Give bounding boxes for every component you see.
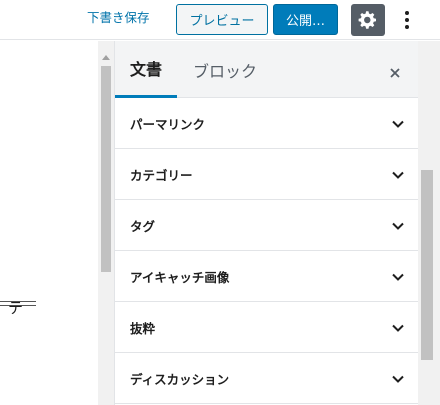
scroll-up-arrow-icon[interactable] bbox=[101, 52, 111, 62]
chevron-down-icon bbox=[392, 120, 404, 128]
panel-label: タグ bbox=[130, 218, 156, 234]
save-draft-link[interactable]: 下書き保存 bbox=[87, 10, 150, 26]
close-sidebar-button[interactable] bbox=[383, 61, 407, 85]
panel-excerpt[interactable]: 抜粋 bbox=[115, 302, 419, 353]
sidebar-scrollbar-thumb[interactable] bbox=[421, 170, 433, 360]
chevron-down-icon bbox=[392, 273, 404, 281]
more-options-button[interactable] bbox=[397, 6, 417, 34]
panel-label: 抜粋 bbox=[130, 320, 156, 336]
settings-button[interactable] bbox=[351, 4, 385, 36]
preview-button[interactable]: プレビュー bbox=[176, 4, 268, 35]
editor-toolbar: 下書き保存 プレビュー 公開… bbox=[0, 0, 440, 40]
chevron-down-icon bbox=[392, 222, 404, 230]
panel-label: カテゴリー bbox=[130, 167, 193, 183]
gear-icon bbox=[358, 11, 376, 29]
settings-sidebar: 文書 ブロック パーマリンク カテゴリー タグ アイキャッチ画像 抜粋 ディスカ… bbox=[114, 41, 419, 405]
panel-label: ディスカッション bbox=[130, 371, 230, 387]
close-icon bbox=[390, 68, 400, 78]
panel-permalink[interactable]: パーマリンク bbox=[115, 98, 419, 149]
chevron-down-icon bbox=[392, 171, 404, 179]
panel-featured-image[interactable]: アイキャッチ画像 bbox=[115, 251, 419, 302]
chevron-down-icon bbox=[392, 375, 404, 383]
panel-categories[interactable]: カテゴリー bbox=[115, 149, 419, 200]
editor-canvas[interactable]: テ bbox=[0, 41, 98, 405]
paragraph-text[interactable]: テ bbox=[8, 297, 23, 318]
panel-discussion[interactable]: ディスカッション bbox=[115, 353, 419, 404]
vertical-ellipsis-icon bbox=[405, 11, 409, 29]
panel-tags[interactable]: タグ bbox=[115, 200, 419, 251]
panel-label: パーマリンク bbox=[130, 116, 206, 132]
publish-button[interactable]: 公開… bbox=[273, 4, 338, 35]
tab-document[interactable]: 文書 bbox=[115, 41, 177, 98]
document-panels: パーマリンク カテゴリー タグ アイキャッチ画像 抜粋 ディスカッション bbox=[115, 98, 419, 404]
panel-label: アイキャッチ画像 bbox=[130, 269, 230, 285]
tab-block[interactable]: ブロック bbox=[193, 41, 257, 98]
sidebar-header: 文書 ブロック bbox=[115, 41, 419, 98]
chevron-down-icon bbox=[392, 324, 404, 332]
editor-scrollbar-thumb[interactable] bbox=[101, 66, 111, 272]
